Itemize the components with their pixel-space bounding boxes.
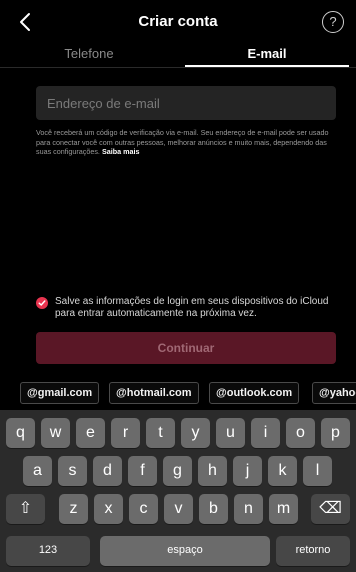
info-text: Você receberá um código de verificação v…: [36, 128, 338, 157]
info-text-body: Você receberá um código de verificação v…: [36, 128, 329, 157]
key-o[interactable]: o: [286, 418, 315, 448]
help-icon[interactable]: ?: [322, 11, 344, 33]
suggestion-yahoo[interactable]: @yahoo: [312, 382, 356, 404]
key-v[interactable]: v: [164, 494, 193, 524]
page-title: Criar conta: [138, 13, 218, 30]
key-w[interactable]: w: [41, 418, 70, 448]
return-key[interactable]: retorno: [276, 536, 350, 566]
checkmark-icon: [38, 300, 46, 306]
key-j[interactable]: j: [233, 456, 262, 486]
key-y[interactable]: y: [181, 418, 210, 448]
suggestion-gmail[interactable]: @gmail.com: [20, 382, 100, 404]
key-u[interactable]: u: [216, 418, 245, 448]
key-r[interactable]: r: [111, 418, 140, 448]
key-h[interactable]: h: [198, 456, 227, 486]
continue-button[interactable]: Continuar: [36, 332, 336, 364]
learn-more-link[interactable]: Saiba mais: [102, 147, 140, 156]
suggestion-outlook[interactable]: @outlook.com: [209, 382, 300, 404]
key-m[interactable]: m: [269, 494, 298, 524]
tab-selected-indicator: [185, 65, 349, 67]
tab-phone[interactable]: Telefone: [0, 46, 178, 61]
shift-key[interactable]: ⇧: [6, 494, 45, 524]
space-key[interactable]: espaço: [100, 536, 270, 566]
top-bar: Criar conta ?: [0, 0, 356, 44]
key-l[interactable]: l: [303, 456, 332, 486]
save-login-checkbox[interactable]: [36, 297, 48, 309]
keyboard: q w e r t y u i o p a s d f g h j k l ⇧ …: [0, 410, 356, 572]
key-d[interactable]: d: [93, 456, 122, 486]
tab-bar: Telefone E-mail: [0, 40, 356, 68]
key-i[interactable]: i: [251, 418, 280, 448]
key-b[interactable]: b: [199, 494, 228, 524]
key-k[interactable]: k: [268, 456, 297, 486]
save-login-label: Salve as informações de login em seus di…: [55, 296, 329, 319]
backspace-key[interactable]: ⌫: [311, 494, 350, 524]
key-q[interactable]: q: [6, 418, 35, 448]
key-s[interactable]: s: [58, 456, 87, 486]
numbers-key[interactable]: 123: [6, 536, 90, 566]
email-input[interactable]: [36, 86, 336, 120]
key-z[interactable]: z: [59, 494, 88, 524]
suggestion-hotmail[interactable]: @hotmail.com: [109, 382, 199, 404]
key-t[interactable]: t: [146, 418, 175, 448]
key-g[interactable]: g: [163, 456, 192, 486]
key-p[interactable]: p: [321, 418, 350, 448]
key-x[interactable]: x: [94, 494, 123, 524]
key-f[interactable]: f: [128, 456, 157, 486]
key-n[interactable]: n: [234, 494, 263, 524]
email-domain-suggestions: @gmail.com @hotmail.com @outlook.com @ya…: [0, 382, 356, 406]
key-e[interactable]: e: [76, 418, 105, 448]
key-c[interactable]: c: [129, 494, 158, 524]
tab-email[interactable]: E-mail: [178, 46, 356, 61]
key-a[interactable]: a: [23, 456, 52, 486]
